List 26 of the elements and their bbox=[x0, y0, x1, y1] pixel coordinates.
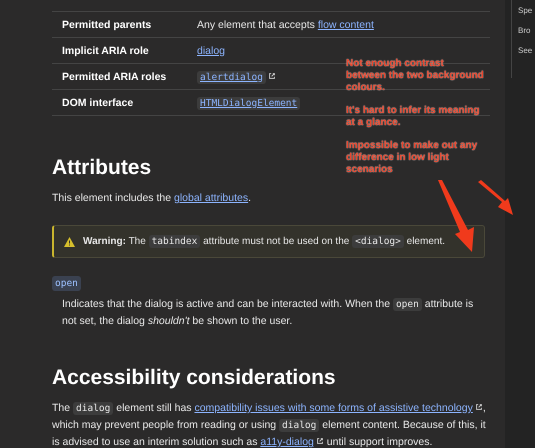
sidebar-link[interactable]: See bbox=[518, 46, 532, 55]
sidebar-link[interactable]: Spe bbox=[518, 6, 532, 15]
row-header: Implicit ARIA role bbox=[52, 38, 187, 64]
link[interactable]: compatibility issues with some forms of assistive technology bbox=[194, 402, 473, 414]
row-header: DOM interface bbox=[52, 90, 187, 116]
annotation-note: Impossible to make out any difference in low light scenarios bbox=[346, 140, 478, 176]
attribute-description: Indicates that the dialog is active and can be interacted with. When the open attribute is not set, the dialog shouldn't be shown to the user. bbox=[62, 297, 474, 329]
annotation-note: Not enough contrast between the two background colours. bbox=[346, 58, 485, 94]
section-heading: Accessibility considerations bbox=[52, 366, 336, 390]
section-heading: Attributes bbox=[52, 156, 152, 180]
link[interactable]: global attributes bbox=[174, 192, 248, 204]
row-header: Permitted ARIA roles bbox=[52, 64, 187, 90]
attribute-name: open bbox=[52, 276, 81, 291]
code-link[interactable]: alertdialog bbox=[197, 70, 266, 84]
link[interactable]: dialog bbox=[197, 44, 226, 56]
sidebar-link[interactable]: Bro bbox=[518, 26, 532, 35]
paragraph: This element includes the global attributes. bbox=[52, 191, 252, 206]
annotation-note: It's hard to infer its meaning at a glance. bbox=[346, 105, 481, 129]
paragraph: The dialog element still has compatibility issues with some forms of assistive technology , which may prevent people from reading or using dialog element content. Because of this, it is advised to use an interim solution such as a11y-dialog until support improves. bbox=[52, 401, 487, 448]
link[interactable]: flow content bbox=[318, 18, 374, 30]
row-value: Any element that accepts flow content bbox=[187, 12, 490, 38]
code-link[interactable]: HTMLDialogElement bbox=[197, 96, 300, 110]
link[interactable]: a11y-dialog bbox=[260, 436, 314, 448]
row-header: Permitted parents bbox=[52, 12, 187, 38]
warning-icon bbox=[64, 236, 75, 246]
warning-text: Warning: The tabindex attribute must not be used on the <dialog> element. bbox=[83, 236, 446, 247]
